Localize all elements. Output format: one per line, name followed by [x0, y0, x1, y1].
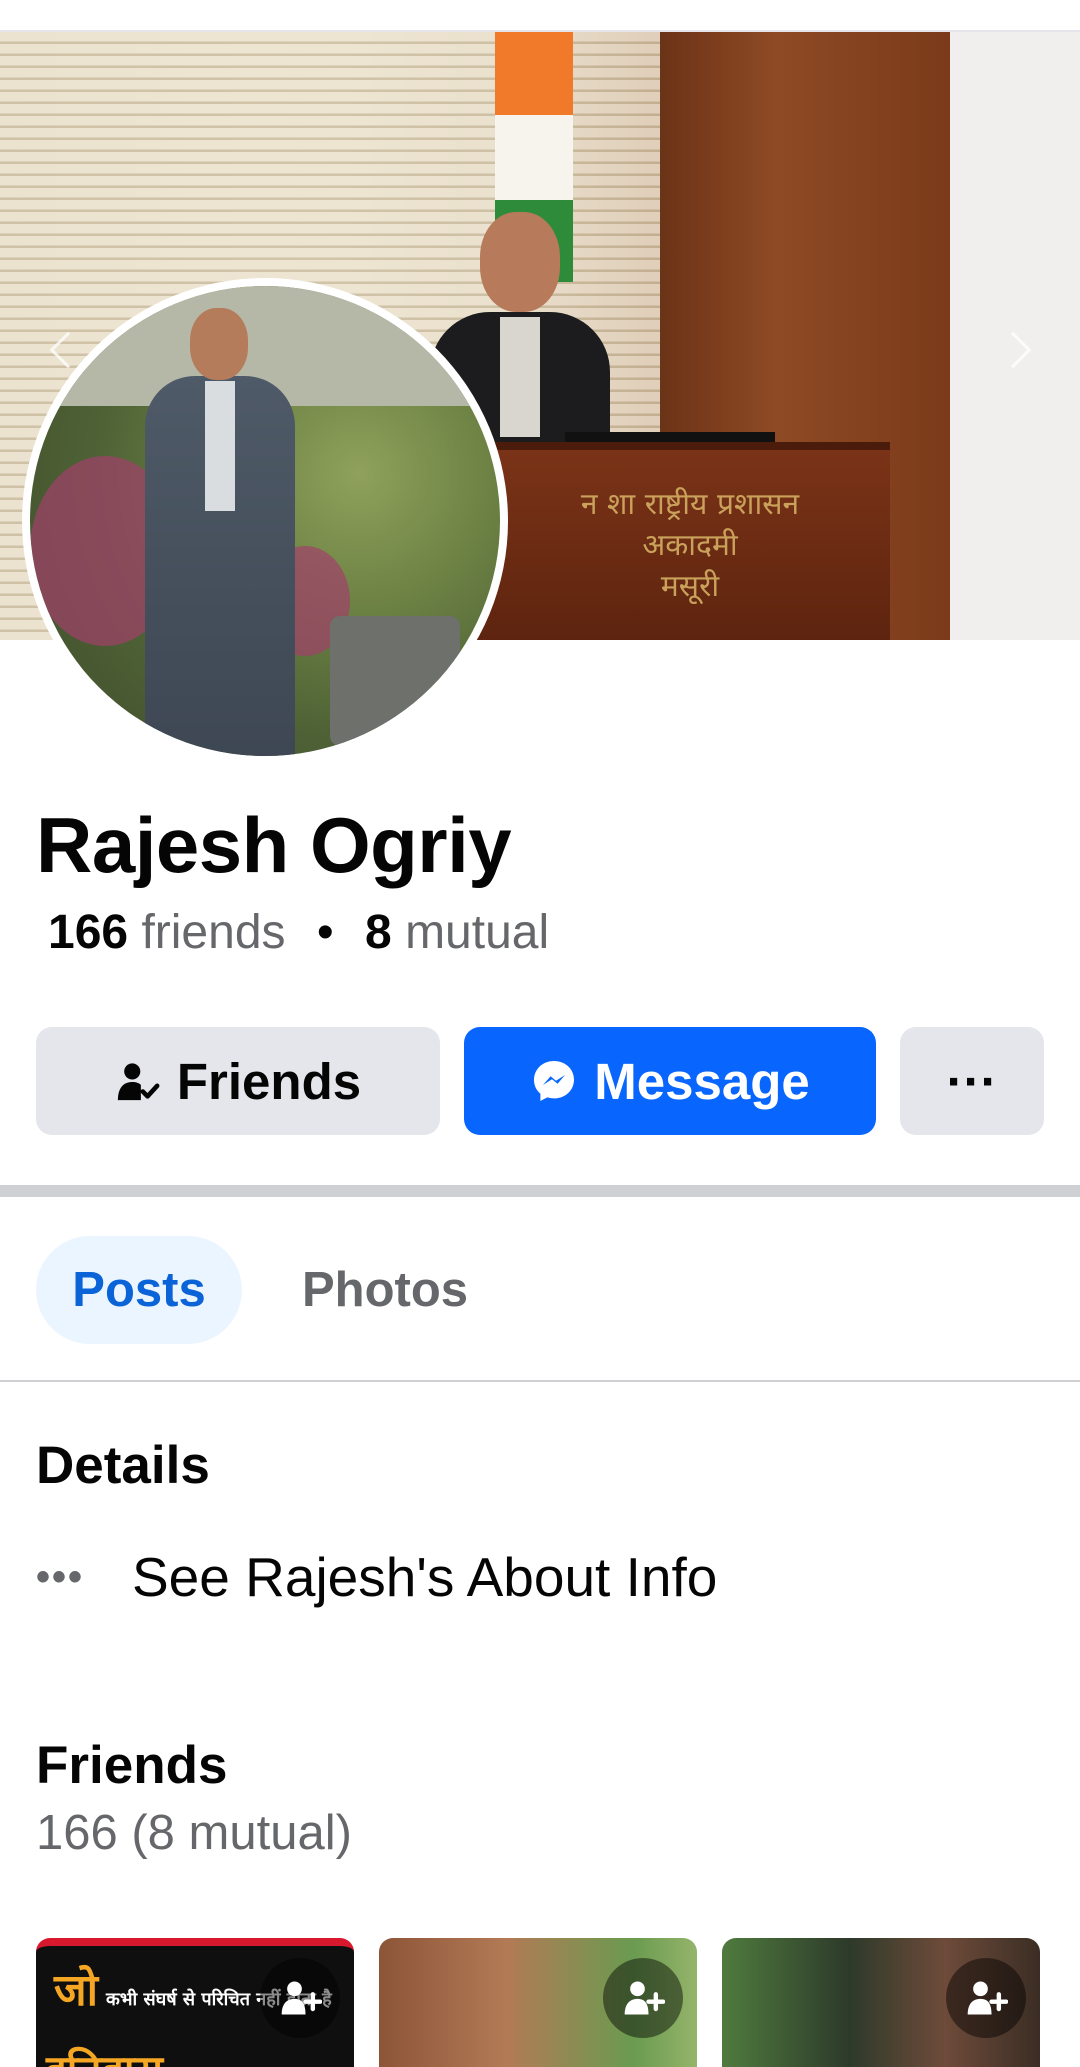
profile-picture[interactable] — [30, 286, 500, 756]
about-info-link[interactable]: See Rajesh's About Info — [132, 1545, 717, 1609]
friend-tile-caption-bottom: इतिहास — [46, 2041, 163, 2067]
friends-label: friends — [141, 906, 286, 959]
more-dots-icon: ••• — [36, 1554, 85, 1599]
friends-count: 166 — [48, 906, 129, 959]
tab-photos[interactable]: Photos — [280, 1236, 490, 1344]
profile-picture-frame[interactable] — [22, 278, 508, 764]
tabs-divider — [0, 1380, 1080, 1382]
add-friend-icon[interactable] — [946, 1958, 1026, 2038]
details-title: Details — [36, 1436, 210, 1495]
cover-podium-text: न शा राष्ट्रीय प्रशासन अकादमी मसूरी — [580, 487, 800, 604]
more-options-button[interactable]: ··· — [900, 1027, 1044, 1135]
friend-counts[interactable]: 166 friends • 8 mutual — [48, 905, 549, 960]
message-button[interactable]: Message — [464, 1027, 876, 1135]
tab-posts[interactable]: Posts — [36, 1236, 242, 1344]
mutual-count: 8 — [365, 906, 392, 959]
profile-name: Rajesh Ogriy — [36, 801, 512, 889]
message-button-label: Message — [594, 1052, 810, 1110]
more-dots-icon: ··· — [946, 1052, 998, 1110]
section-divider — [0, 1185, 1080, 1197]
mutual-label: mutual — [405, 906, 550, 959]
add-friend-icon[interactable] — [603, 1958, 683, 2038]
friends-section-title: Friends — [36, 1736, 228, 1795]
friends-button[interactable]: Friends — [36, 1027, 440, 1135]
friends-section-subtitle[interactable]: 166 (8 mutual) — [36, 1805, 352, 1861]
messenger-icon — [530, 1057, 578, 1105]
separator-dot: • — [316, 906, 334, 959]
add-friend-icon[interactable] — [260, 1958, 340, 2038]
friends-button-label: Friends — [176, 1052, 362, 1110]
about-info-row[interactable]: ••• See Rajesh's About Info — [36, 1545, 717, 1609]
person-check-icon — [115, 1058, 161, 1104]
